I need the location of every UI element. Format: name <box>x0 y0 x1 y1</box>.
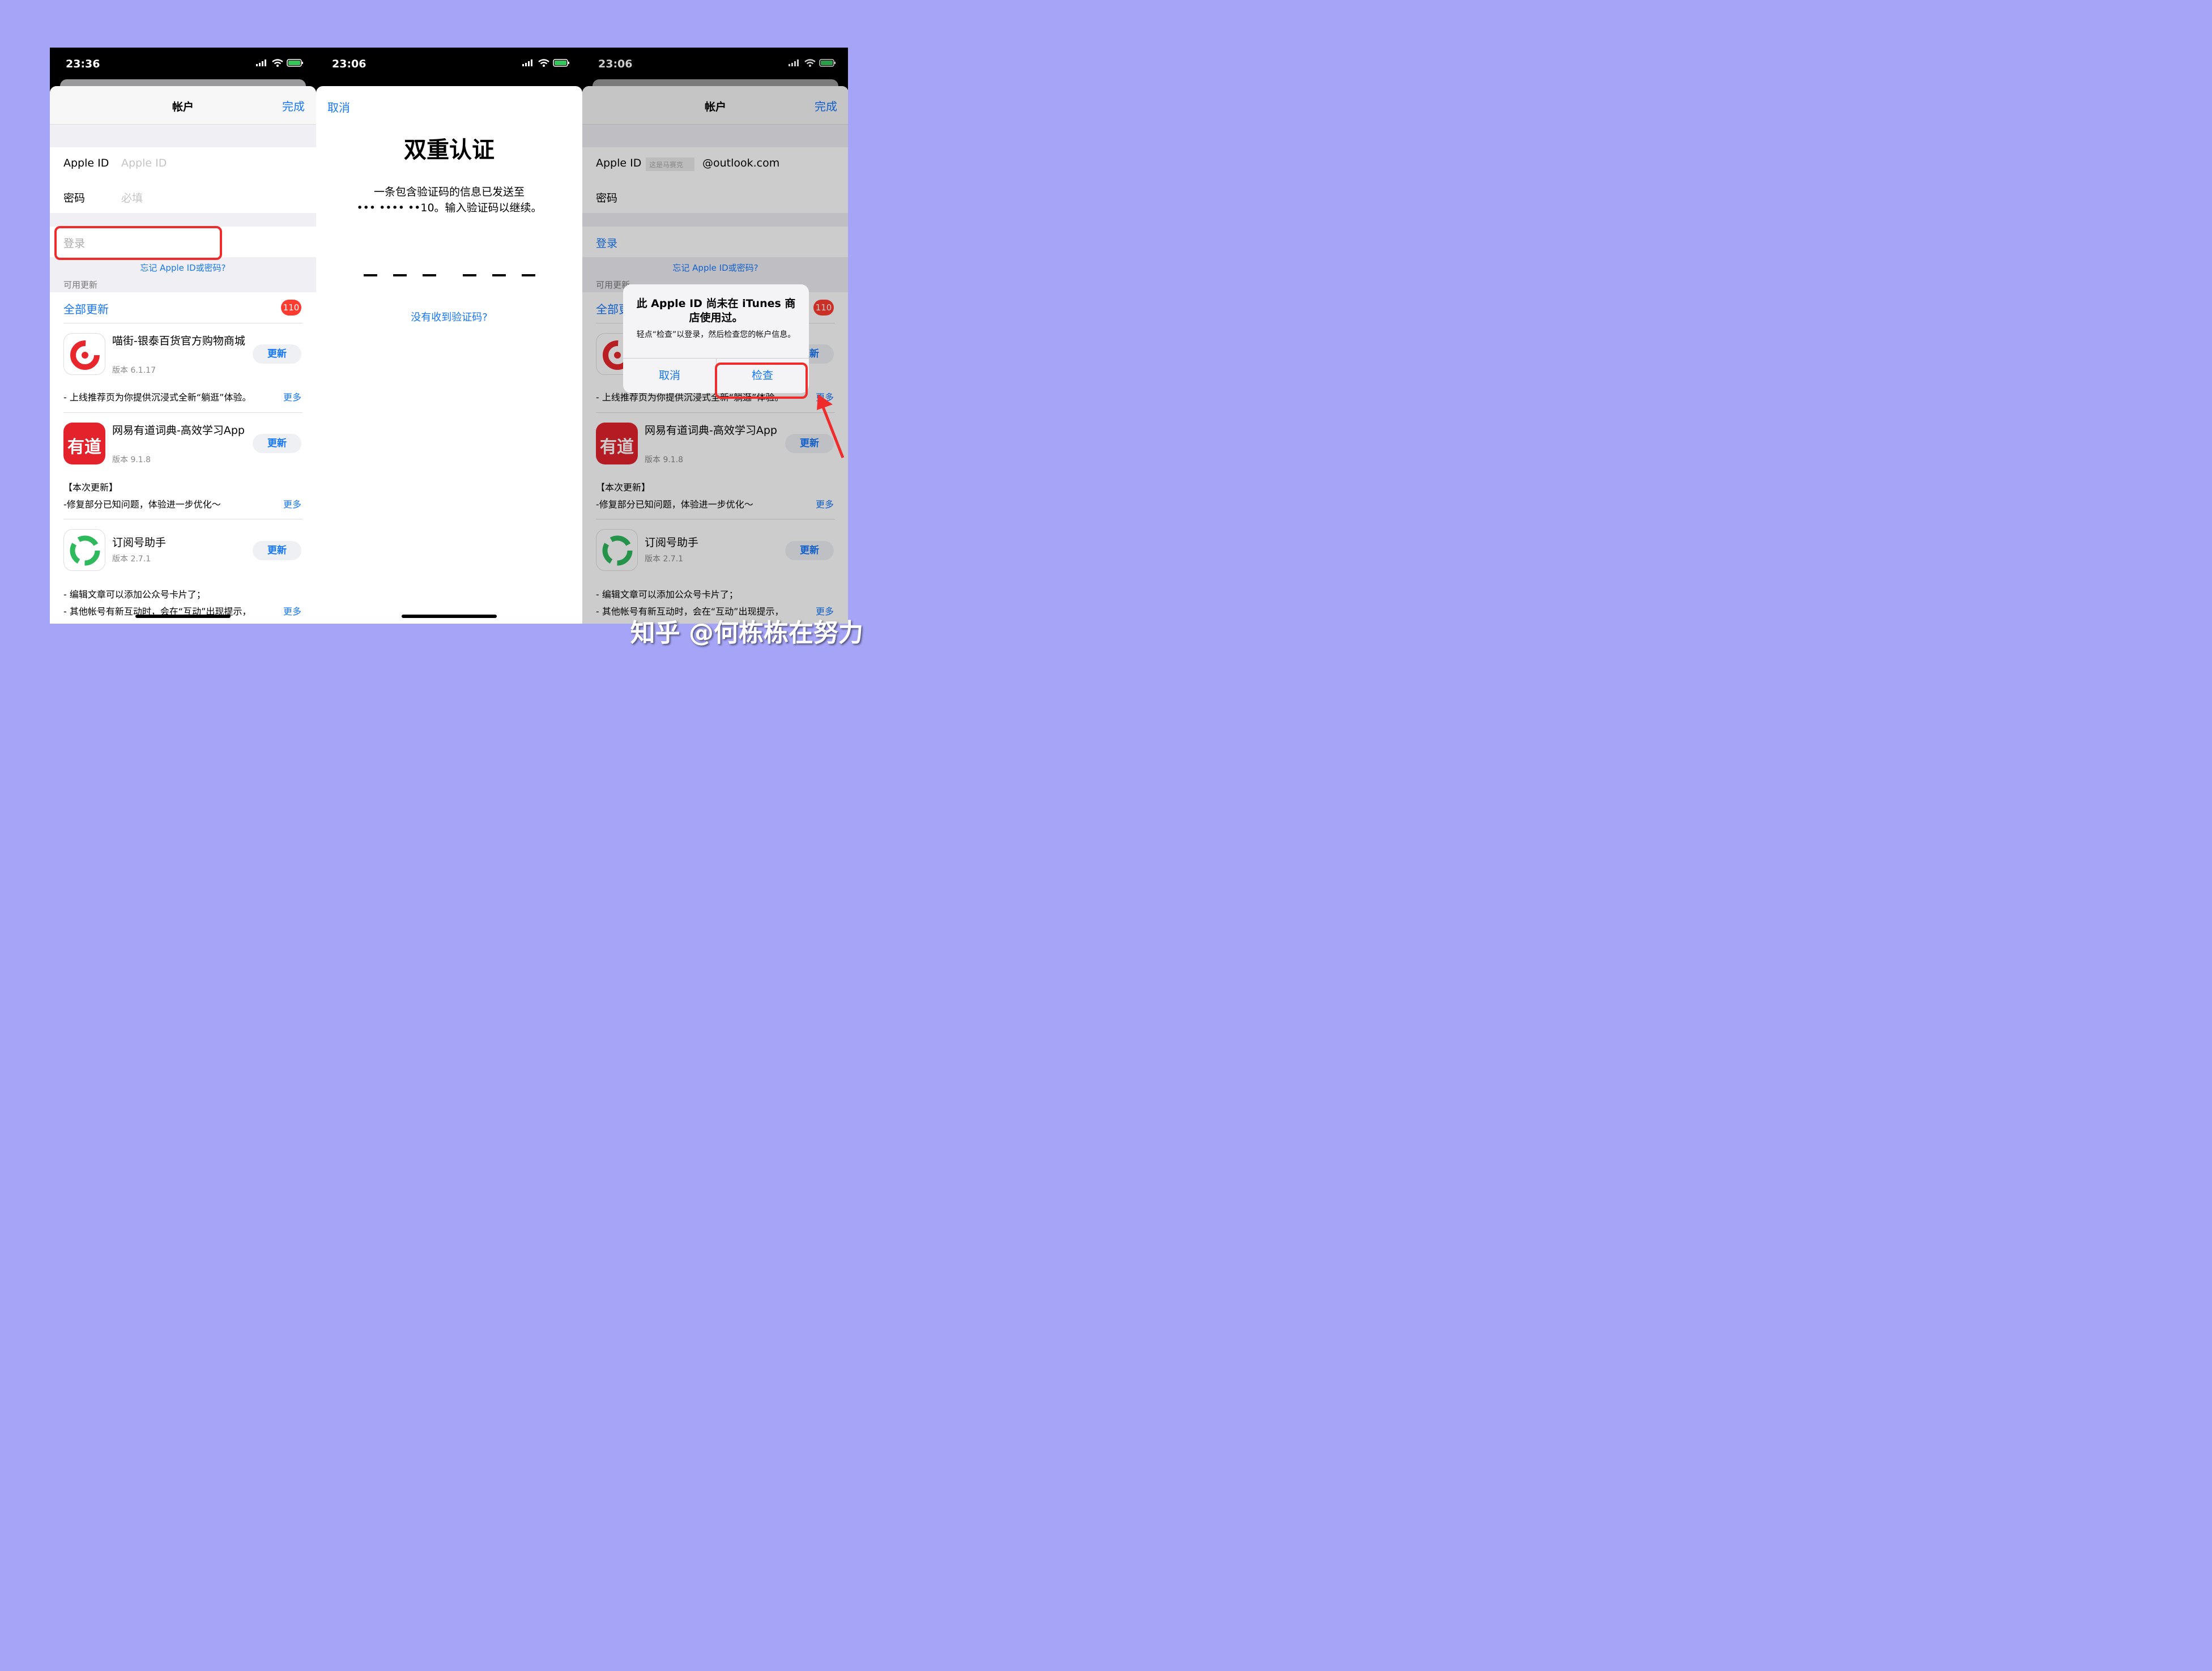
signal-icon <box>256 59 266 66</box>
alert-title: 此 Apple ID 尚未在 iTunes 商店使用过。 <box>636 297 796 324</box>
alert-cancel-button[interactable]: 取消 <box>623 367 716 382</box>
page-title: 双重认证 <box>404 137 495 163</box>
home-indicator <box>135 615 231 618</box>
alert-message: 轻点“检查”以登录，然后检查您的帐户信息。 <box>636 330 796 339</box>
youdao-app-icon: 有道 <box>63 423 105 464</box>
release-note: - 编辑文章可以添加公众号卡片了； <box>63 589 206 600</box>
apple-id-input[interactable]: Apple ID <box>121 157 167 169</box>
code-digit-slot <box>463 274 476 276</box>
code-input[interactable] <box>364 274 535 297</box>
update-all-button[interactable]: 全部更新 <box>63 300 109 317</box>
subscription-logo-icon <box>70 535 100 566</box>
wifi-icon <box>272 59 283 67</box>
status-time: 23:36 <box>66 58 100 70</box>
update-button[interactable]: 更新 <box>253 434 301 453</box>
update-all-row: 全部更新 110 <box>50 292 316 323</box>
update-button[interactable]: 更新 <box>253 541 301 560</box>
more-link[interactable]: 更多 <box>283 497 301 510</box>
message-line-2: ••• •••• ••10。输入验证码以继续。 <box>356 202 542 214</box>
zhihu-watermark: 知乎 @何栋栋在努力 <box>630 619 863 647</box>
no-code-link[interactable]: 没有收到验证码? <box>316 309 582 324</box>
app-version: 版本 9.1.8 <box>112 455 151 464</box>
nav-title: 帐户 <box>172 101 194 113</box>
done-button[interactable]: 完成 <box>282 97 305 114</box>
youdao-logo-text: 有道 <box>67 437 101 457</box>
status-bar: 23:06 <box>316 48 582 80</box>
cancel-button[interactable]: 取消 <box>327 99 350 115</box>
miaojie-logo-icon <box>70 340 100 370</box>
app-version: 版本 6.1.17 <box>112 366 156 375</box>
release-note-title: 【本次更新】 <box>63 482 118 493</box>
subscription-helper-icon <box>63 529 105 571</box>
miaojie-app-icon <box>63 333 105 375</box>
app-version: 版本 2.7.1 <box>112 555 151 564</box>
code-digit-slot <box>522 274 535 276</box>
status-bar: 23:36 <box>50 48 316 80</box>
row-divider <box>63 412 302 413</box>
status-icons <box>256 59 304 67</box>
password-label: 密码 <box>63 192 86 204</box>
update-button[interactable]: 更新 <box>253 344 301 364</box>
phone-account-signin: 23:36 帐户 完成 Apple ID Apple ID 密码 必填 登录 忘… <box>50 48 316 624</box>
forgot-link-wrap: 忘记 Apple ID或密码? <box>50 262 316 274</box>
more-link[interactable]: 更多 <box>283 604 301 617</box>
code-digit-slot <box>423 274 436 276</box>
app-name: 喵街-银泰百货官方购物商城 <box>112 335 245 347</box>
forgot-link[interactable]: 忘记 Apple ID或密码? <box>140 263 225 273</box>
release-note: -修复部分已知问题，体验进一步优化～ <box>63 499 221 510</box>
battery-icon <box>553 59 569 67</box>
wifi-icon <box>538 59 549 67</box>
more-link[interactable]: 更多 <box>283 390 301 403</box>
nav-bar: 帐户 完成 <box>50 86 316 125</box>
apple-id-label: Apple ID <box>63 157 109 169</box>
phone-two-factor: 23:06 取消 双重认证 一条包含验证码的信息已发送至 ••• •••• ••… <box>316 48 582 624</box>
message-line-1: 一条包含验证码的信息已发送至 <box>373 186 525 198</box>
status-time: 23:06 <box>332 58 366 70</box>
password-input[interactable]: 必填 <box>121 190 143 205</box>
red-arrow-icon <box>817 394 845 458</box>
highlight-login-box <box>54 226 222 260</box>
app-name: 订阅号助手 <box>112 536 167 549</box>
section-gap <box>50 125 316 147</box>
status-icons <box>522 59 570 67</box>
code-digit-slot <box>393 274 407 276</box>
home-indicator <box>402 615 497 618</box>
section-gap <box>50 213 316 227</box>
signal-icon <box>522 59 532 66</box>
account-sheet: 帐户 完成 Apple ID Apple ID 密码 必填 登录 忘记 Appl… <box>50 86 316 624</box>
two-factor-sheet: 取消 双重认证 一条包含验证码的信息已发送至 ••• •••• ••10。输入验… <box>316 86 582 624</box>
app-name: 网易有道词典-高效学习App <box>112 424 245 437</box>
highlight-check-box <box>715 363 808 399</box>
code-digit-slot <box>492 274 506 276</box>
battery-icon <box>287 59 303 67</box>
available-updates-header: 可用更新 <box>63 280 98 290</box>
section-gap: 忘记 Apple ID或密码? 可用更新 <box>50 257 316 292</box>
screenshot-strip: 23:36 帐户 完成 Apple ID Apple ID 密码 必填 登录 忘… <box>50 48 848 624</box>
code-digit-slot <box>364 274 377 276</box>
release-note: - 上线推荐页为你提供沉浸式全新“躺逛”体验。 <box>63 392 252 403</box>
apple-id-row[interactable]: Apple ID Apple ID <box>50 147 316 180</box>
update-count-badge: 110 <box>281 300 301 316</box>
password-row[interactable]: 密码 必填 <box>50 180 316 213</box>
phone-account-alert: 23:06 帐户 完成 Apple ID 这是马赛克 @outlook.com <box>582 48 848 624</box>
